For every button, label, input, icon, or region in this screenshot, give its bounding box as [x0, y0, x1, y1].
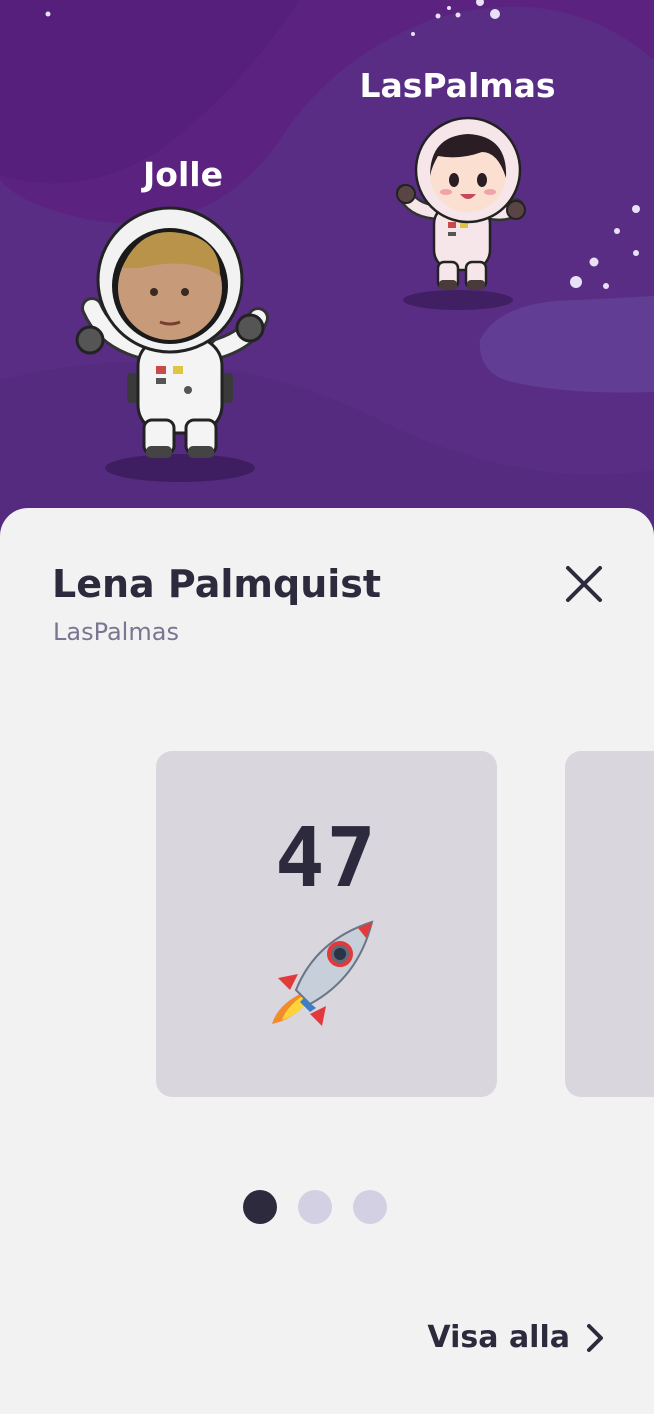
close-button[interactable]: [558, 558, 610, 610]
pagination-dot-3[interactable]: [353, 1190, 387, 1224]
show-all-link[interactable]: Visa alla: [427, 1320, 606, 1355]
avatar-name-jolle: Jolle: [143, 155, 223, 194]
close-icon: [566, 566, 602, 602]
pagination-dot-2[interactable]: [298, 1190, 332, 1224]
avatar-name-laspalmas: LasPalmas: [359, 66, 556, 105]
stat-card-next[interactable]: [565, 751, 654, 1097]
astronaut-girl-icon[interactable]: [390, 112, 560, 322]
stat-card[interactable]: 47: [156, 751, 497, 1097]
space-scene: Jolle LasPalmas: [0, 0, 654, 540]
show-all-label: Visa alla: [427, 1320, 570, 1355]
rocket-icon: [272, 920, 374, 1026]
pagination-dots: [243, 1190, 387, 1224]
stat-card-value: 47: [275, 811, 378, 906]
astronaut-photo-icon[interactable]: [70, 198, 290, 498]
pagination-dot-1[interactable]: [243, 1190, 277, 1224]
profile-name: Lena Palmquist: [52, 562, 382, 606]
profile-sheet: Lena Palmquist LasPalmas 47 Visa alla: [0, 508, 654, 1414]
chevron-right-icon: [587, 1323, 603, 1352]
profile-username: LasPalmas: [53, 618, 179, 646]
